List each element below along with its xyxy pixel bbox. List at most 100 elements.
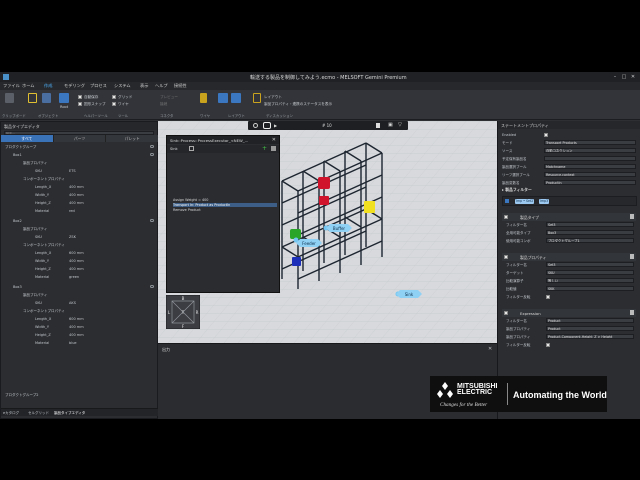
prop-value[interactable]: 400 mm — [69, 325, 84, 329]
autosave-checkbox[interactable] — [78, 95, 82, 99]
product-properties-group[interactable]: 製品プロパティ — [23, 293, 47, 298]
dialog-menu-icon[interactable] — [271, 146, 276, 151]
visibility-eye-icon[interactable] — [150, 219, 154, 222]
filter-field-value[interactable]: SKK — [546, 286, 634, 291]
view-cube-right[interactable]: R — [196, 310, 199, 315]
tool-icon[interactable] — [200, 93, 207, 103]
statement-remove-product[interactable]: Remove Product — [173, 208, 201, 212]
filter-field-value[interactable]: Set3 — [546, 262, 634, 267]
prop-value[interactable]: 400 mm — [69, 259, 84, 263]
delete-icon[interactable] — [630, 254, 634, 259]
product-box-blue[interactable] — [292, 257, 301, 266]
view-cube[interactable]: B L T R F — [166, 295, 200, 329]
prop-value[interactable]: 400 mm — [69, 201, 84, 205]
invert-filter-checkbox[interactable] — [546, 295, 550, 299]
filter-field-value[interactable]: Product — [546, 318, 634, 323]
prop-value[interactable]: ZSK — [69, 235, 76, 239]
dialog-page-icon[interactable] — [189, 146, 194, 151]
prop-value[interactable]: AKS — [69, 301, 76, 305]
move-icon[interactable] — [42, 93, 51, 103]
menu-system[interactable]: システム — [114, 83, 131, 89]
footer-tab-product-type[interactable]: 製品タイプエディタ — [54, 411, 85, 416]
select-icon[interactable] — [28, 93, 37, 103]
add-statement-icon[interactable]: + — [262, 145, 267, 152]
wire-checkbox[interactable] — [112, 102, 116, 106]
menu-view[interactable]: 表示 — [140, 83, 148, 89]
component-properties-group[interactable]: コンポーネントプロパティ — [23, 243, 65, 248]
tree-item-box3[interactable]: Box3 — [13, 285, 22, 289]
snap-icon[interactable] — [59, 93, 69, 103]
filter-section-header[interactable]: Expression — [502, 309, 636, 317]
filter-field-value[interactable]: Product — [546, 326, 634, 331]
filter-chip-2[interactable]: Imp3 — [539, 199, 550, 204]
3d-viewport[interactable]: Sink Buffer Feeder ▶ # 10 ▣ ▽ Sink::Proc… — [158, 121, 497, 343]
product-box-green[interactable] — [290, 229, 301, 239]
field-value[interactable]: ProductIn — [544, 180, 636, 185]
layout-icon[interactable] — [253, 93, 261, 103]
paste-icon[interactable] — [5, 93, 14, 103]
prop-value[interactable]: 400 mm — [69, 333, 84, 337]
menu-home[interactable]: ホーム — [22, 83, 34, 89]
filter-field-value[interactable]: Set3 — [546, 222, 634, 227]
record-icon[interactable]: ▣ — [388, 122, 393, 128]
prop-value[interactable]: 400 mm — [69, 193, 84, 197]
visibility-eye-icon[interactable] — [150, 145, 154, 148]
tab-all[interactable]: すべて — [1, 135, 54, 142]
maximize-icon[interactable]: □ — [621, 74, 627, 80]
menu-process[interactable]: プロセス — [90, 83, 107, 89]
filter-section-header[interactable]: 製品タイプ — [502, 213, 636, 221]
enabled-checkbox[interactable] — [544, 133, 548, 137]
product-properties-group[interactable]: 製品プロパティ — [23, 161, 47, 166]
delete-icon[interactable] — [630, 310, 634, 315]
menu-connectivity[interactable]: 接続性 — [174, 83, 187, 89]
tree-item-box1[interactable]: Box1 — [13, 153, 22, 157]
section-checkbox[interactable] — [504, 311, 508, 315]
tree-root[interactable]: プロダクトグループ — [5, 145, 36, 150]
filter-field-value[interactable]: Product.Component.Height_Z > Height — [546, 334, 634, 339]
component-properties-group[interactable]: コンポーネントプロパティ — [23, 177, 65, 182]
minimize-icon[interactable]: – — [612, 74, 618, 80]
component-properties-group[interactable]: コンポーネントプロパティ — [23, 309, 65, 314]
prop-value[interactable]: blue — [69, 341, 77, 345]
menu-create[interactable]: 作成 — [44, 83, 52, 89]
stop-icon[interactable] — [376, 123, 380, 128]
filter-field-value[interactable]: プロダクトグループ1 — [546, 238, 634, 243]
menu-help[interactable]: ヘルプ — [155, 83, 168, 89]
tree-item-box2[interactable]: Box2 — [13, 219, 22, 223]
product-box-red-2[interactable] — [319, 196, 329, 205]
product-properties-group[interactable]: 製品プロパティ — [23, 227, 47, 232]
tree-footer-item[interactable]: プロダクトグループ2 — [5, 393, 39, 398]
preview-label[interactable]: プレビュー — [160, 95, 178, 100]
tab-pallet[interactable]: パレット — [106, 135, 160, 142]
visibility-eye-icon[interactable] — [150, 285, 154, 288]
connect-label[interactable]: 接続 — [160, 102, 167, 107]
visibility-eye-icon[interactable] — [150, 153, 154, 156]
field-value[interactable]: Resource.context — [544, 172, 636, 177]
prop-value[interactable]: 600 mm — [69, 317, 84, 321]
field-value[interactable]: Transport Products — [544, 140, 636, 145]
statement-assign-weight[interactable]: Assign Weight = 400 — [173, 198, 208, 202]
filter-expression[interactable]: Imp • Set2 Imp3 — [502, 196, 637, 206]
close-icon[interactable]: ✕ — [630, 74, 636, 80]
wire-icon[interactable] — [231, 93, 241, 103]
prop-value[interactable]: ETS — [69, 169, 76, 173]
view-cube-back[interactable]: B — [182, 296, 185, 301]
output-close-icon[interactable]: ✕ — [488, 346, 492, 352]
product-box-red[interactable] — [318, 177, 330, 189]
grid-checkbox[interactable] — [112, 95, 116, 99]
connector-icon[interactable] — [218, 93, 228, 103]
view-cube-top[interactable]: T — [181, 310, 185, 315]
delete-icon[interactable] — [630, 214, 634, 219]
filter-field-value[interactable]: Box3 — [546, 230, 634, 235]
footer-tab-cellgrid[interactable]: セルグリッド — [28, 411, 49, 416]
tab-parts[interactable]: パーツ — [53, 135, 107, 142]
product-box-yellow[interactable] — [364, 201, 375, 213]
menu-file[interactable]: ファイル — [3, 83, 20, 89]
filter-field-value[interactable]: 等しい — [546, 278, 634, 283]
prop-value[interactable]: 600 mm — [69, 251, 84, 255]
play-icon[interactable] — [263, 122, 271, 129]
footer-tab-catalog[interactable]: eカタログ — [3, 411, 19, 416]
statement-transport-in[interactable]: Transport In: Product as ProductIn — [173, 203, 277, 207]
prop-value[interactable]: green — [69, 275, 79, 279]
filter-icon[interactable]: ▽ — [398, 122, 402, 128]
